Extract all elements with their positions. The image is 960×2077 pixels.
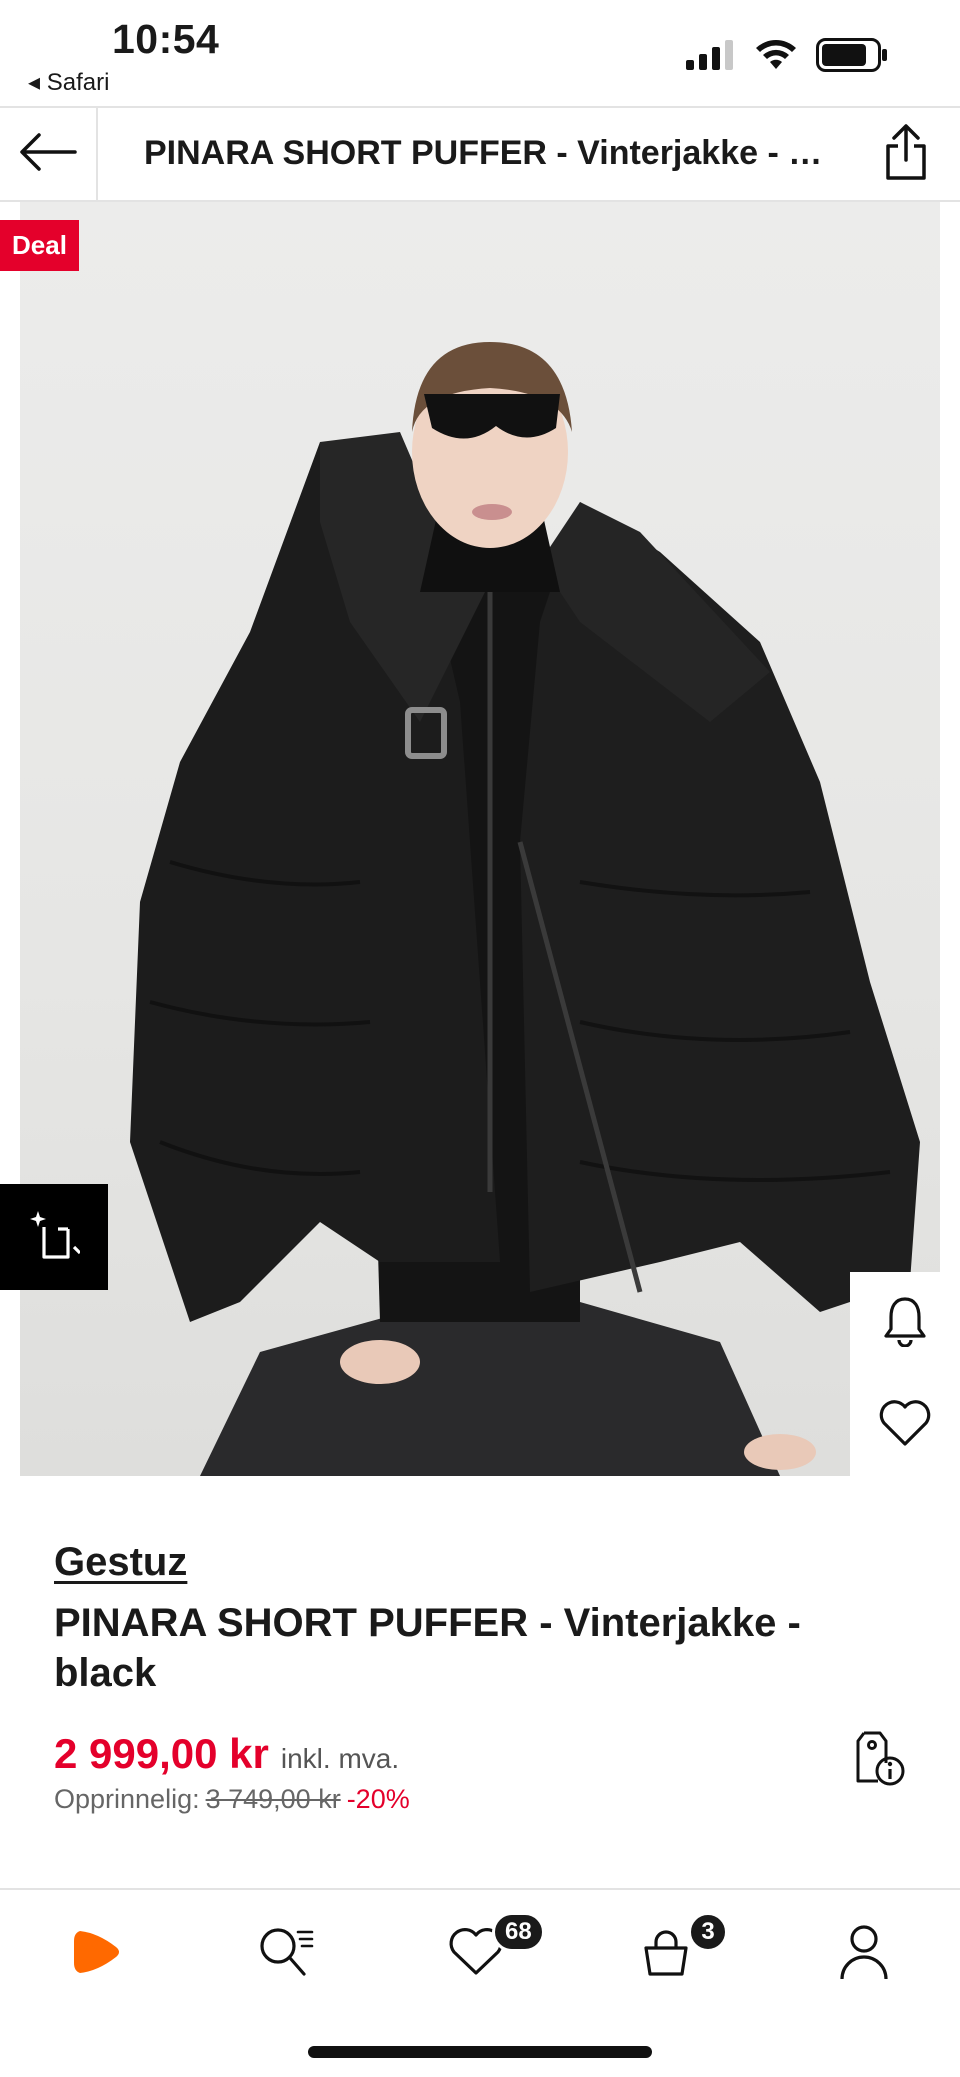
- search-icon: [256, 1924, 316, 1985]
- battery-icon: [816, 38, 888, 77]
- page-title: PINARA SHORT PUFFER - Vinterjakke - blac…: [144, 134, 824, 172]
- share-icon: [884, 123, 928, 185]
- wishlist-button[interactable]: [850, 1374, 960, 1476]
- share-button[interactable]: [874, 122, 938, 186]
- nav-search[interactable]: [236, 1914, 336, 1994]
- compare-button[interactable]: [0, 1184, 108, 1290]
- deal-badge: Deal: [0, 220, 79, 271]
- price-row: 2 999,00 kr inkl. mva.: [54, 1730, 399, 1778]
- product-name: PINARA SHORT PUFFER - Vinterjakke - blac…: [54, 1601, 801, 1695]
- arrow-left-icon: [19, 132, 77, 177]
- compare-icon: [28, 1207, 82, 1268]
- wifi-icon: [754, 39, 798, 76]
- product-photo[interactable]: [20, 202, 940, 1476]
- status-bar: 10:54 ◂ Safari: [0, 0, 960, 106]
- signal-icon: [686, 40, 736, 75]
- product-gallery[interactable]: Deal: [0, 202, 960, 1484]
- wishlist-count-badge: 68: [492, 1912, 545, 1952]
- user-icon: [838, 1923, 890, 1986]
- current-price: 2 999,00 kr: [54, 1730, 269, 1777]
- brand-link[interactable]: Gestuz: [54, 1540, 187, 1585]
- discount-percent: -20%: [346, 1784, 410, 1814]
- zalando-logo-icon: [68, 1927, 124, 1982]
- original-price-row: Opprinnelig: 3 749,00 kr -20%: [54, 1784, 410, 1815]
- heart-icon: [878, 1399, 932, 1452]
- nav-wishlist[interactable]: 68: [426, 1912, 545, 1994]
- back-to-safari[interactable]: ◂ Safari: [28, 68, 109, 97]
- vat-note: inkl. mva.: [280, 1743, 400, 1774]
- home-indicator: [308, 2046, 652, 2058]
- original-price: 3 749,00 kr: [205, 1784, 341, 1814]
- status-time: 10:54: [112, 16, 220, 62]
- page-header: PINARA SHORT PUFFER - Vinterjakke - blac…: [0, 106, 960, 202]
- bag-count-badge: 3: [688, 1912, 728, 1952]
- nav-profile[interactable]: [814, 1914, 914, 1994]
- nav-bag[interactable]: 3: [616, 1912, 728, 1994]
- nav-home[interactable]: [46, 1914, 146, 1994]
- original-label: Opprinnelig:: [54, 1784, 200, 1814]
- back-button[interactable]: [0, 108, 98, 200]
- bag-icon: [638, 1926, 694, 1983]
- price-info-button[interactable]: [846, 1728, 910, 1792]
- price-tag-info-icon: [850, 1729, 906, 1792]
- notify-button[interactable]: [850, 1272, 960, 1374]
- bell-icon: [882, 1295, 928, 1352]
- jacket-model-illustration: [130, 342, 920, 1476]
- side-actions: [850, 1272, 960, 1476]
- status-icons: [686, 38, 888, 77]
